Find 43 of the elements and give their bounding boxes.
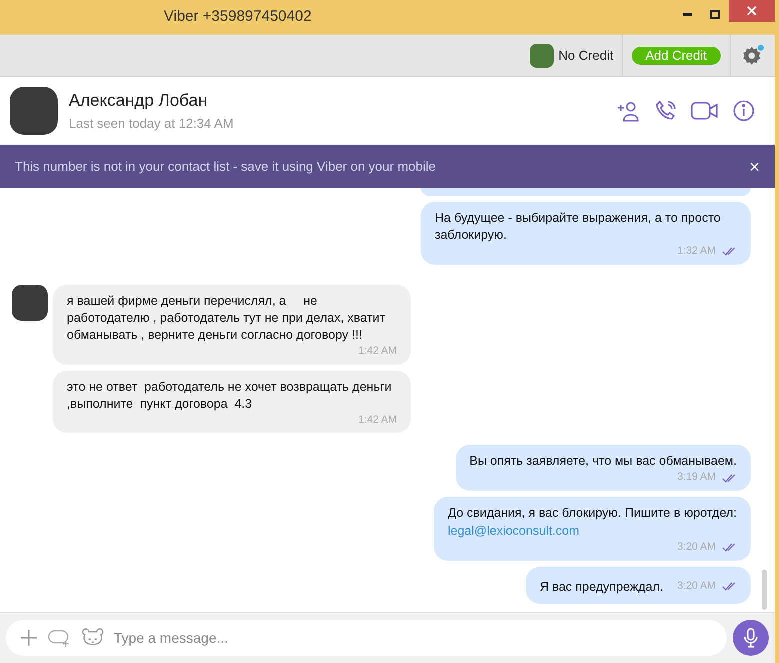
message-time: 1:42 AM bbox=[358, 412, 397, 428]
call-button[interactable] bbox=[655, 100, 677, 122]
credit-label: No Credit bbox=[558, 46, 614, 65]
scrollbar[interactable] bbox=[762, 570, 767, 610]
video-call-button[interactable] bbox=[691, 100, 719, 120]
close-icon bbox=[747, 6, 757, 16]
message-time: 3:20 AM bbox=[677, 578, 716, 594]
message-text: Я вас предупреждал. bbox=[540, 580, 664, 594]
video-camera-icon bbox=[691, 100, 719, 120]
last-seen-status: Last seen today at 12:34 AM bbox=[69, 114, 234, 133]
close-button[interactable] bbox=[729, 0, 775, 22]
plus-icon bbox=[20, 629, 38, 647]
minimize-icon bbox=[682, 12, 692, 16]
contact-name: Александр Лобан bbox=[69, 90, 209, 112]
settings-button[interactable] bbox=[742, 44, 764, 66]
notice-text: This number is not in your contact list - save it using Viber on your mobile bbox=[15, 158, 436, 176]
microphone-icon bbox=[744, 628, 758, 648]
message-time: 1:32 AM bbox=[677, 244, 716, 259]
message-time: 3:20 AM bbox=[677, 540, 716, 555]
message-text: На будущее - выбирайте выражения, а то просто заблокирую. bbox=[435, 210, 722, 244]
add-credit-button[interactable]: Add Credit bbox=[632, 46, 721, 64]
message-text: Вы опять заявляете, что мы вас обманываем. bbox=[470, 453, 737, 470]
message-bar[interactable]: Type a message... bbox=[6, 620, 727, 656]
add-contact-button[interactable] bbox=[617, 100, 641, 122]
maximize-icon bbox=[710, 10, 720, 18]
settings-icon bbox=[742, 46, 762, 66]
message-text: До свидания, я вас блокирую. Пишите в юротдел: bbox=[448, 505, 737, 522]
email-link[interactable]: legal@lexioconsult.com bbox=[448, 522, 580, 540]
message-time: 3:19 AM bbox=[677, 470, 716, 486]
profile-picture bbox=[530, 44, 554, 68]
contact-avatar bbox=[10, 86, 58, 134]
window-title: Viber +359897450402 bbox=[164, 7, 312, 28]
gif-icon bbox=[48, 629, 72, 647]
message-time: 1:42 AM bbox=[358, 344, 397, 359]
phone-icon bbox=[655, 100, 677, 122]
info-button[interactable] bbox=[733, 100, 755, 122]
dismiss-button[interactable]: × bbox=[749, 158, 760, 176]
message-text: это не ответ работодатель не хочет возвращать деньги ,выполните пункт договора 4.3 bbox=[67, 378, 393, 412]
voice-message-button[interactable] bbox=[733, 620, 769, 656]
sticker-icon bbox=[82, 628, 104, 648]
message-text: я вашей фирме деньги перечислял, а не работодателю , работодатель тут не при делах, хватит обманывать , верните деньги согласно договору !!! bbox=[67, 292, 387, 344]
info-icon bbox=[733, 100, 755, 122]
add-contact-icon bbox=[617, 100, 641, 122]
